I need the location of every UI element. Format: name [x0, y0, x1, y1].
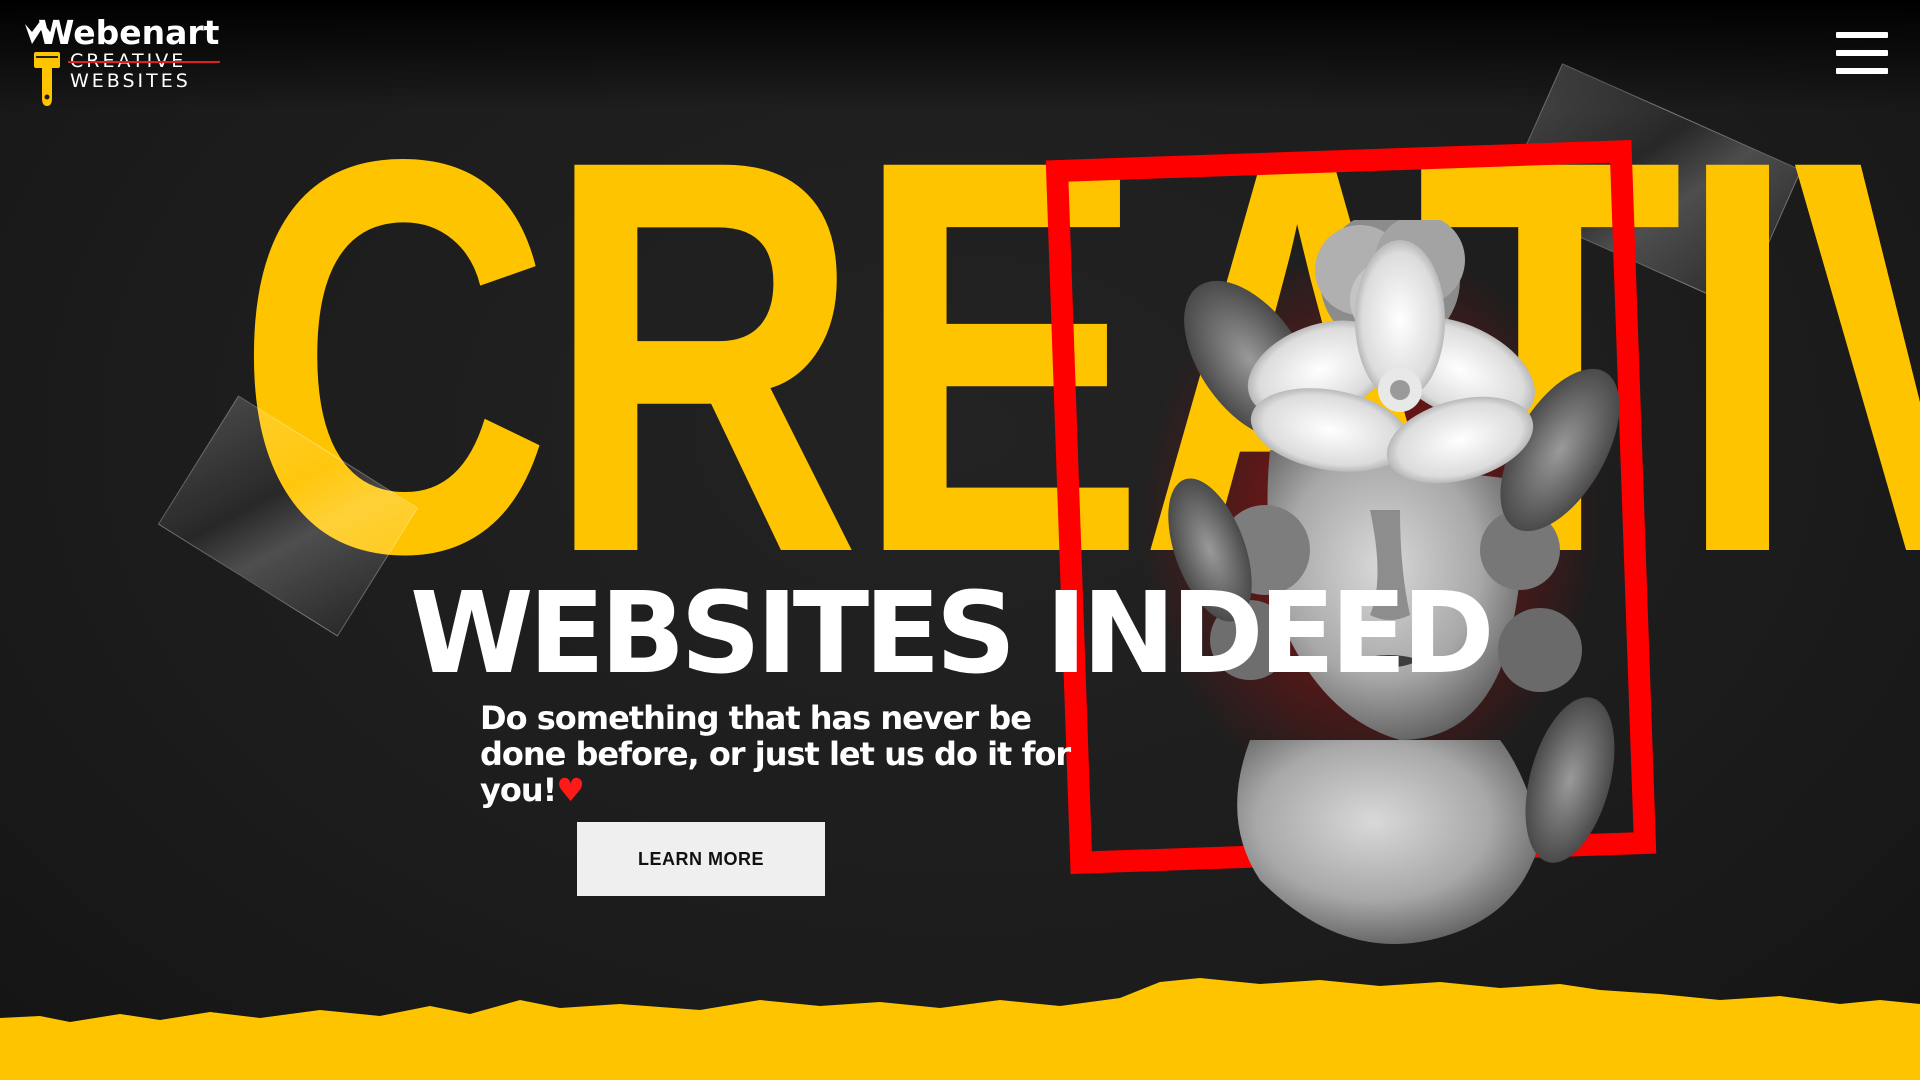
brand-logo[interactable]: Webenart CREATIVE WEBSITES	[24, 14, 220, 106]
menu-bar	[1836, 32, 1888, 38]
heart-icon: ♥	[556, 771, 585, 809]
logo-strike-line	[68, 61, 220, 63]
hero-tagline: Do something that has never be done befo…	[480, 700, 1120, 808]
learn-more-button[interactable]: LEARN MORE	[577, 822, 825, 896]
logo-wordmark: Webenart	[38, 13, 220, 52]
landing-page: Webenart CREATIVE WEBSITES CREATIVE	[0, 0, 1920, 1080]
logo-tagline-websites: WEBSITES	[70, 70, 191, 92]
yellow-brush-stroke	[0, 978, 1920, 1080]
hero-subheadline: WEBSITES INDEED	[410, 569, 1495, 699]
paintbrush-icon	[34, 52, 60, 106]
